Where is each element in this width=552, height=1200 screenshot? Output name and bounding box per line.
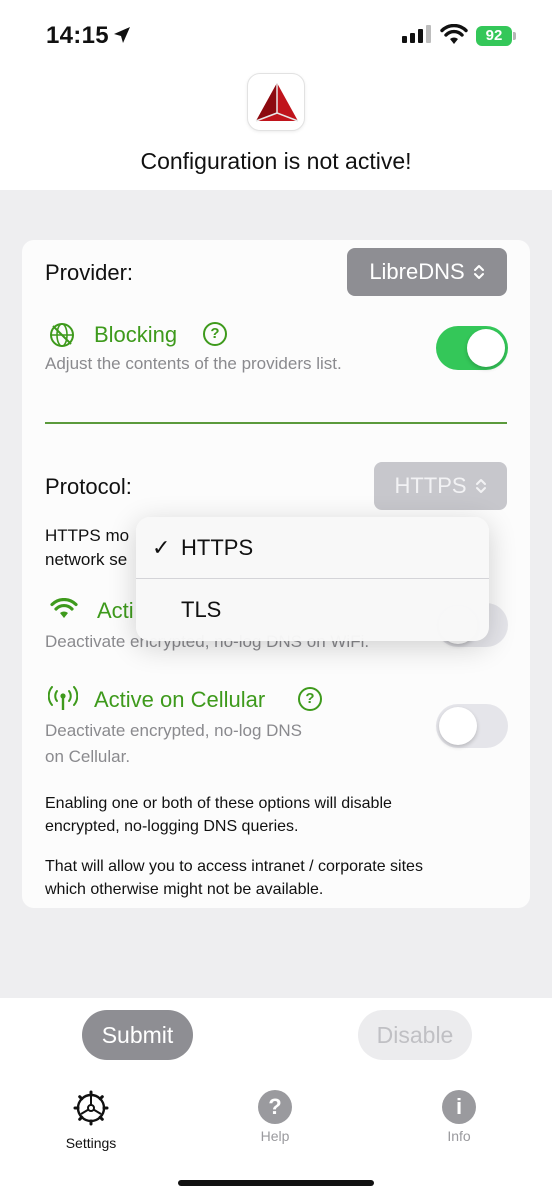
cellular-title: Active on Cellular [94,687,266,712]
protocol-label: Protocol: [45,474,132,499]
note-2-line-1: That will allow you to access intranet /… [45,858,423,875]
configuration-status-title: Configuration is not active! [140,148,412,174]
cellular-help-icon[interactable]: ? [298,687,322,711]
blocking-description: Adjust the contents of the providers lis… [45,354,342,373]
protocol-description-line-2: network se [45,550,128,569]
blocking-toggle[interactable] [436,326,508,370]
note-2-line-2: which otherwise might not be available. [45,881,324,898]
blocking-title: Blocking [94,322,178,347]
protocol-option-https[interactable]: ✓ HTTPS [136,517,489,579]
info-icon: i [442,1090,476,1124]
status-time: 14:15 [46,22,109,49]
header: Configuration is not active! [0,72,552,190]
bottom-bar: Submit Disable Settings ? Help i Info [0,998,552,1200]
disable-button[interactable]: Disable [358,1010,472,1060]
globe-block-icon [50,323,74,347]
cellular-description-line-2: on Cellular. [45,747,131,766]
provider-picker-button[interactable]: LibreDNS [347,248,507,296]
battery-nub [513,32,516,40]
triangle-logo-icon [247,73,305,131]
tab-settings[interactable]: Settings [41,1090,141,1151]
home-indicator [178,1180,374,1186]
tab-label-help: Help [260,1128,290,1144]
section-divider [45,422,507,424]
checkmark-icon: ✓ [152,535,171,560]
cellular-signal-icon [402,25,431,43]
protocol-option-tls[interactable]: TLS [136,579,489,641]
note-1-line-2: encrypted, no-logging DNS queries. [45,818,299,835]
wifi-status-icon [440,24,468,44]
chevron-up-down-icon [475,479,486,493]
status-bar: 14:15 92 [0,0,552,72]
gear-icon [73,1090,109,1126]
protocol-option-label: HTTPS [181,535,254,560]
protocol-value: HTTPS [394,473,467,498]
blocking-help-icon[interactable]: ? [203,322,227,346]
cellular-description-line-1: Deactivate encrypted, no-log DNS [45,721,303,740]
tab-info[interactable]: i Info [409,1090,509,1144]
question-icon: ? [258,1090,292,1124]
cellular-toggle[interactable] [436,704,508,748]
tab-label-info: Info [447,1128,471,1144]
antenna-icon [48,686,78,710]
tab-label-settings: Settings [65,1135,117,1151]
tab-help[interactable]: ? Help [225,1090,325,1144]
protocol-picker-button[interactable]: HTTPS [374,462,507,510]
wifi-icon [50,598,78,618]
chevron-up-down-icon [473,265,484,279]
protocol-option-label: TLS [181,597,222,622]
provider-label: Provider: [45,260,134,285]
protocol-description-line-1: HTTPS mo [45,526,130,545]
location-arrow-icon [114,27,130,43]
note-1-line-1: Enabling one or both of these options wi… [45,795,392,812]
protocol-dropdown-menu: ✓ HTTPS TLS [136,517,489,641]
wifi-title: Acti [97,598,134,623]
submit-button[interactable]: Submit [82,1010,193,1060]
battery-icon: 92 [476,26,512,46]
provider-value: LibreDNS [369,259,465,284]
